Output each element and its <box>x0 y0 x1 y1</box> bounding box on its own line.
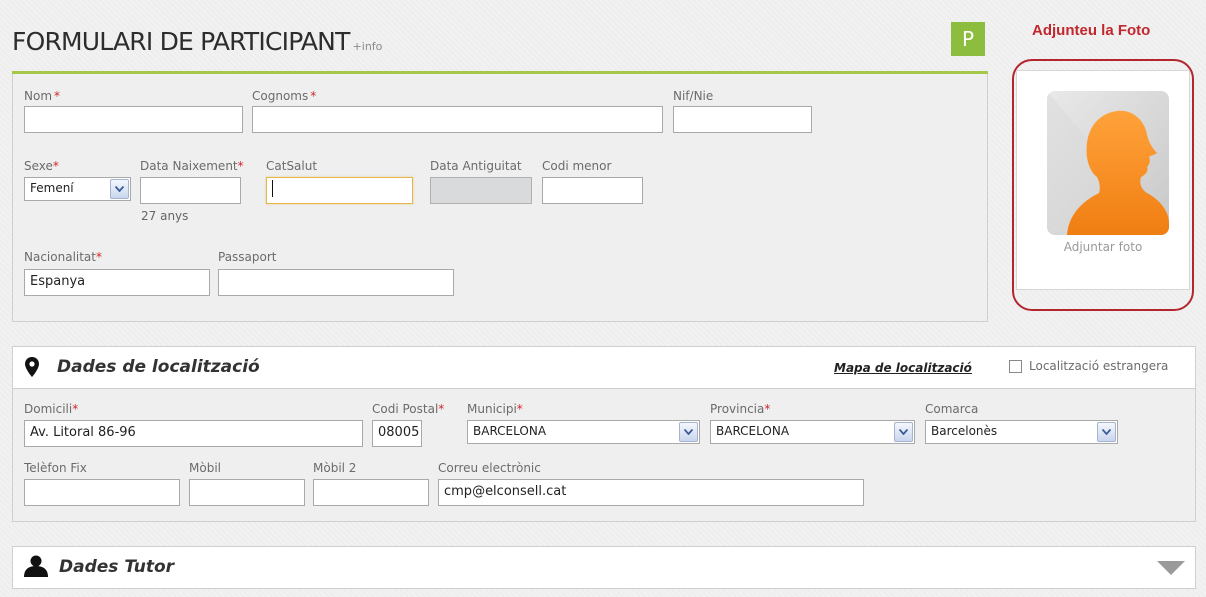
nif-input[interactable] <box>673 106 812 133</box>
age-text: 27 anys <box>141 209 189 223</box>
foreign-location-label: Localització estrangera <box>1029 359 1169 373</box>
info-link[interactable]: +info <box>353 40 383 53</box>
email-label: Correu electrònic <box>438 461 541 475</box>
map-link[interactable]: Mapa de localització <box>834 361 972 375</box>
foreign-location-checkbox[interactable] <box>1009 360 1022 373</box>
municipi-select[interactable]: BARCELONA <box>467 420 700 444</box>
cognoms-label: Cognoms * <box>252 89 317 103</box>
domicili-label: Domicili* <box>24 402 79 416</box>
municipi-label: Municipi* <box>467 402 523 416</box>
nacionalitat-input[interactable]: Espanya <box>24 269 210 296</box>
antiguitat-input <box>430 177 532 204</box>
mobil-input[interactable] <box>189 479 305 506</box>
chevron-down-icon[interactable] <box>110 179 129 199</box>
chevron-down-icon[interactable] <box>894 422 913 442</box>
page-title-text: FORMULARI DE PARTICIPANT <box>12 27 350 56</box>
nom-input[interactable] <box>24 106 243 133</box>
participant-badge: P <box>951 22 985 56</box>
comarca-value: Barcelonès <box>931 424 998 438</box>
map-marker-icon <box>25 357 39 377</box>
provincia-label: Provincia* <box>710 402 771 416</box>
chevron-down-icon[interactable] <box>1097 422 1116 442</box>
passaport-label: Passaport <box>218 250 277 264</box>
catsalut-label: CatSalut <box>266 159 318 173</box>
tutor-title: Dades Tutor <box>59 557 175 577</box>
catsalut-input[interactable] <box>266 177 413 204</box>
antiguitat-label: Data Antiguitat <box>430 159 522 173</box>
mobil2-input[interactable] <box>313 479 429 506</box>
sexe-value: Femení <box>30 181 74 195</box>
provincia-value: BARCELONA <box>716 424 790 438</box>
sexe-label: Sexe* <box>24 159 59 173</box>
comarca-select[interactable]: Barcelonès <box>925 420 1118 444</box>
naixement-label: Data Naixement* <box>140 159 244 173</box>
nom-label: Nom * <box>24 89 61 103</box>
codi-menor-label: Codi menor <box>542 159 612 173</box>
tel-label: Telèfon Fix <box>24 461 87 475</box>
chevron-down-icon[interactable] <box>679 422 698 442</box>
person-silhouette-icon[interactable] <box>1047 91 1169 235</box>
localitzacio-title: Dades de localització <box>57 357 260 377</box>
cp-label: Codi Postal* <box>372 402 445 416</box>
page-title: FORMULARI DE PARTICIPANT +info <box>12 27 382 56</box>
mobil2-label: Mòbil 2 <box>313 461 357 475</box>
photo-heading: Adjunteu la Foto <box>1032 22 1151 39</box>
nif-label: Nif/Nie <box>673 89 714 103</box>
cognoms-input[interactable] <box>252 106 663 133</box>
mobil-label: Mòbil <box>189 461 221 475</box>
tel-input[interactable] <box>24 479 180 506</box>
user-icon <box>24 555 48 577</box>
naixement-input[interactable] <box>140 177 241 204</box>
text-cursor <box>272 180 273 197</box>
municipi-value: BARCELONA <box>473 424 547 438</box>
comarca-label: Comarca <box>925 402 979 416</box>
cp-input[interactable]: 08005 <box>372 420 422 447</box>
codi-menor-input[interactable] <box>542 177 643 204</box>
passaport-input[interactable] <box>218 269 454 296</box>
sexe-select[interactable]: Femení <box>24 177 131 201</box>
tutor-header[interactable] <box>12 546 1196 589</box>
email-input[interactable]: cmp@elconsell.cat <box>438 479 864 506</box>
chevron-down-icon[interactable] <box>1157 561 1185 575</box>
domicili-input[interactable]: Av. Litoral 86-96 <box>24 420 363 447</box>
nacionalitat-label: Nacionalitat* <box>24 250 102 264</box>
provincia-select[interactable]: BARCELONA <box>710 420 915 444</box>
photo-caption[interactable]: Adjuntar foto <box>1016 240 1190 254</box>
